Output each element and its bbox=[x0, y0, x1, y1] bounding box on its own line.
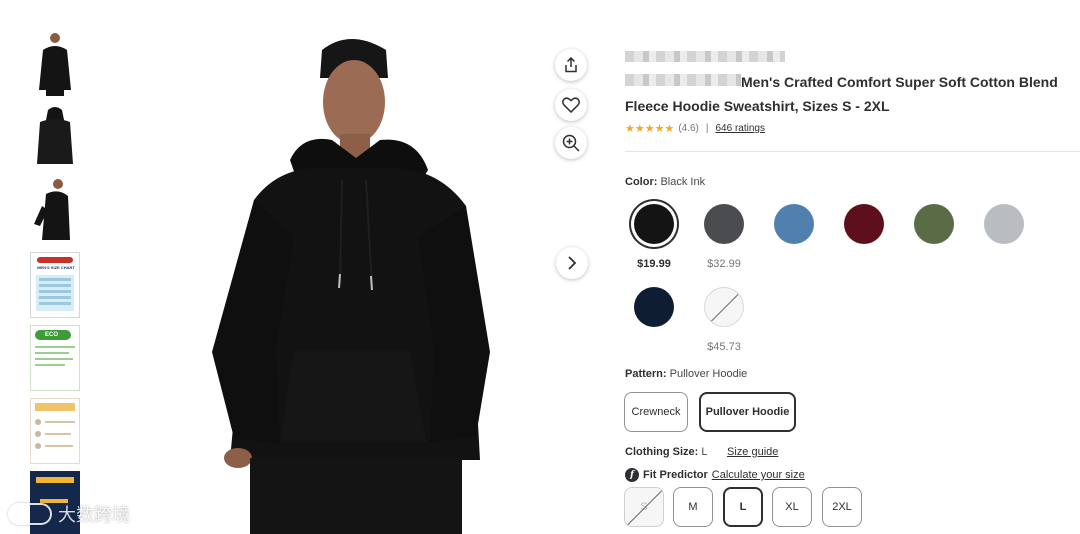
zoom-in-icon bbox=[562, 134, 580, 152]
eco-tag: ECO bbox=[35, 330, 71, 340]
fit-info-header bbox=[35, 403, 75, 411]
hoodie-side-image bbox=[34, 179, 70, 240]
star-rating-icon: ★★★★★ bbox=[625, 123, 675, 135]
fit-predictor-icon: f bbox=[625, 468, 639, 482]
swatch-price-black-ink: $19.99 bbox=[637, 258, 671, 270]
heart-icon bbox=[562, 97, 580, 113]
pattern-selected-value: Pullover Hoodie bbox=[669, 368, 748, 380]
rating-separator: | bbox=[705, 123, 709, 134]
rating-row: ★★★★★ (4.6) | 646 ratings bbox=[625, 122, 765, 135]
main-product-image[interactable] bbox=[190, 30, 510, 534]
size-label-title: Clothing Size: bbox=[625, 446, 699, 458]
color-label-title: Color: bbox=[625, 176, 658, 188]
share-icon bbox=[565, 57, 577, 73]
hoodie-front-image bbox=[39, 33, 71, 96]
swatch-light-gray[interactable] bbox=[984, 204, 1024, 244]
size-option-2xl[interactable]: 2XL bbox=[822, 487, 862, 527]
eco-text-line bbox=[35, 358, 73, 360]
swatch-navy[interactable] bbox=[634, 287, 674, 327]
watermark-text: 大数跨境 bbox=[58, 505, 130, 526]
guarantee-header bbox=[36, 477, 74, 483]
color-selected-value: Black Ink bbox=[660, 176, 706, 188]
pattern-option-pullover-hoodie[interactable]: Pullover Hoodie bbox=[699, 392, 796, 432]
swatch-maroon[interactable] bbox=[844, 204, 884, 244]
brand-logo-mini bbox=[37, 257, 73, 263]
fit-predictor-row: f Fit Predictor Calculate your size bbox=[625, 468, 805, 482]
fit-info-line bbox=[45, 421, 75, 423]
zoom-button[interactable] bbox=[555, 127, 587, 159]
size-chart-title: MEN'S SIZE CHART bbox=[37, 265, 75, 270]
brand-link-redacted[interactable] bbox=[625, 51, 785, 62]
swatch-olive[interactable] bbox=[914, 204, 954, 244]
hoodie-back-image bbox=[37, 107, 73, 164]
swatch-blue[interactable] bbox=[774, 204, 814, 244]
calculate-size-link[interactable]: Calculate your size bbox=[712, 469, 805, 481]
thumbnail-hoodie-side[interactable] bbox=[30, 178, 80, 244]
watermark-logo bbox=[8, 503, 52, 525]
swatch-white-unavailable[interactable] bbox=[704, 287, 744, 327]
swatch-black-ink[interactable] bbox=[634, 204, 674, 244]
next-image-button[interactable] bbox=[556, 247, 588, 279]
pattern-label-title: Pattern: bbox=[625, 368, 667, 380]
product-title: Men's Crafted Comfort Super Soft Cotton … bbox=[625, 70, 1075, 118]
size-option-m[interactable]: M bbox=[673, 487, 713, 527]
chevron-right-icon bbox=[568, 256, 577, 270]
thumbnail-fit-info[interactable] bbox=[30, 398, 80, 464]
size-option-s[interactable]: S bbox=[624, 487, 664, 527]
rating-value: (4.6) bbox=[678, 123, 699, 134]
fit-predictor-label: Fit Predictor bbox=[643, 469, 708, 481]
share-button[interactable] bbox=[555, 49, 587, 81]
divider bbox=[625, 151, 1080, 152]
size-guide-link[interactable]: Size guide bbox=[727, 446, 778, 458]
eco-text-line bbox=[35, 352, 69, 354]
swatch-charcoal[interactable] bbox=[704, 204, 744, 244]
eco-text-line bbox=[35, 364, 65, 366]
color-label: Color: Black Ink bbox=[625, 176, 705, 188]
thumbnail-hoodie-front[interactable] bbox=[30, 30, 80, 96]
size-chart-table bbox=[36, 275, 74, 311]
fit-info-line bbox=[45, 433, 71, 435]
favorite-button[interactable] bbox=[555, 89, 587, 121]
size-selected-value: L bbox=[701, 446, 708, 458]
eco-text-line bbox=[35, 346, 75, 348]
swatch-price-charcoal: $32.99 bbox=[707, 258, 741, 270]
swatch-price-white: $45.73 bbox=[707, 341, 741, 353]
fit-info-dot bbox=[35, 431, 41, 437]
product-title-text: Men's Crafted Comfort Super Soft Cotton … bbox=[625, 74, 1058, 114]
model-in-black-hoodie bbox=[212, 39, 490, 534]
thumbnail-eco-packaging[interactable]: ECO bbox=[30, 325, 80, 391]
size-option-l[interactable]: L bbox=[723, 487, 763, 527]
thumbnail-hoodie-back[interactable] bbox=[30, 104, 80, 170]
size-label: Clothing Size: L bbox=[625, 446, 708, 458]
eco-tag-label: ECO bbox=[45, 332, 59, 338]
fit-info-line bbox=[45, 445, 73, 447]
size-option-xl[interactable]: XL bbox=[772, 487, 812, 527]
fit-info-dot bbox=[35, 419, 41, 425]
pattern-option-crewneck[interactable]: Crewneck bbox=[624, 392, 688, 432]
thumbnail-size-chart[interactable]: MEN'S SIZE CHART bbox=[30, 252, 80, 318]
ratings-count-link[interactable]: 646 ratings bbox=[715, 123, 764, 134]
pattern-label: Pattern: Pullover Hoodie bbox=[625, 368, 747, 380]
fit-info-dot bbox=[35, 443, 41, 449]
watermark: 大数跨境 bbox=[8, 501, 130, 527]
